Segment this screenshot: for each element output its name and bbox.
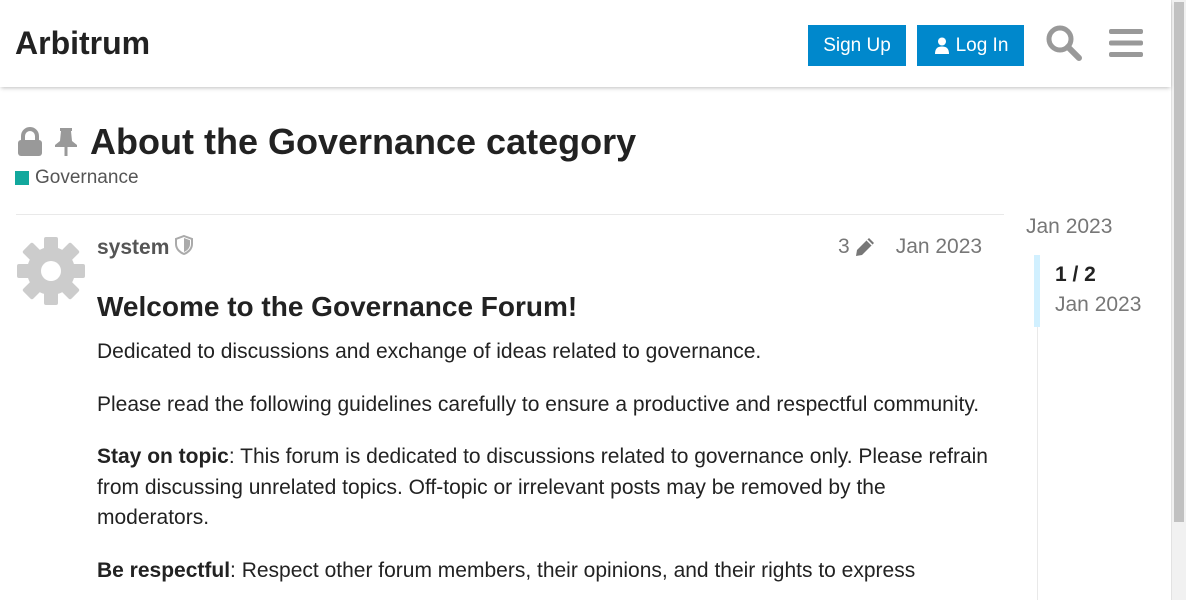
post-paragraph: Dedicated to discussions and exchange of… [97,340,762,363]
hamburger-menu-icon[interactable] [1106,22,1146,64]
category-name: Governance [35,167,139,188]
sign-up-label: Sign Up [823,34,891,56]
post-author[interactable]: system [97,234,194,261]
page-scrollbar[interactable] [1171,0,1186,600]
post-heading: Welcome to the Governance Forum! [97,291,578,322]
timeline-start-date[interactable]: Jan 2023 [1026,215,1112,239]
scrollbar-thumb[interactable] [1174,2,1184,522]
title-divider [16,214,1004,215]
post-paragraph: Please read the following guidelines car… [97,392,980,416]
post-body: Welcome to the Governance Forum! Dedicat… [97,290,997,600]
avatar[interactable] [16,236,86,306]
category-badge[interactable]: Governance [15,167,139,189]
username[interactable]: system [97,236,169,260]
timeline-handle[interactable] [1034,255,1040,327]
post-paragraph: Be respectful: Respect other forum membe… [97,558,916,582]
topic-title[interactable]: About the Governance category [90,121,636,163]
sign-up-button[interactable]: Sign Up [808,25,906,66]
site-title[interactable]: Arbitrum [15,25,150,62]
timeline-post-count: 1 / 2 [1055,263,1096,286]
site-header: Arbitrum Sign Up Log In [0,0,1171,87]
post-date[interactable]: Jan 2023 [896,235,982,259]
lock-icon [16,126,44,158]
shield-icon [175,234,194,261]
topic-title-row: About the Governance category [16,118,636,166]
log-in-label: Log In [955,34,1009,56]
pin-icon [52,126,80,158]
log-in-button[interactable]: Log In [917,25,1024,66]
timeline-current-date: Jan 2023 [1055,293,1142,316]
edit-count: 3 [838,235,850,258]
search-icon[interactable] [1044,22,1084,64]
pencil-icon [855,238,874,256]
category-color-swatch [15,171,29,185]
post-meta: 3 Jan 2023 [838,234,982,260]
edit-history-button[interactable]: 3 [838,235,876,259]
post-paragraph: Stay on topic: This forum is dedicated t… [97,445,988,529]
user-icon [934,37,949,54]
